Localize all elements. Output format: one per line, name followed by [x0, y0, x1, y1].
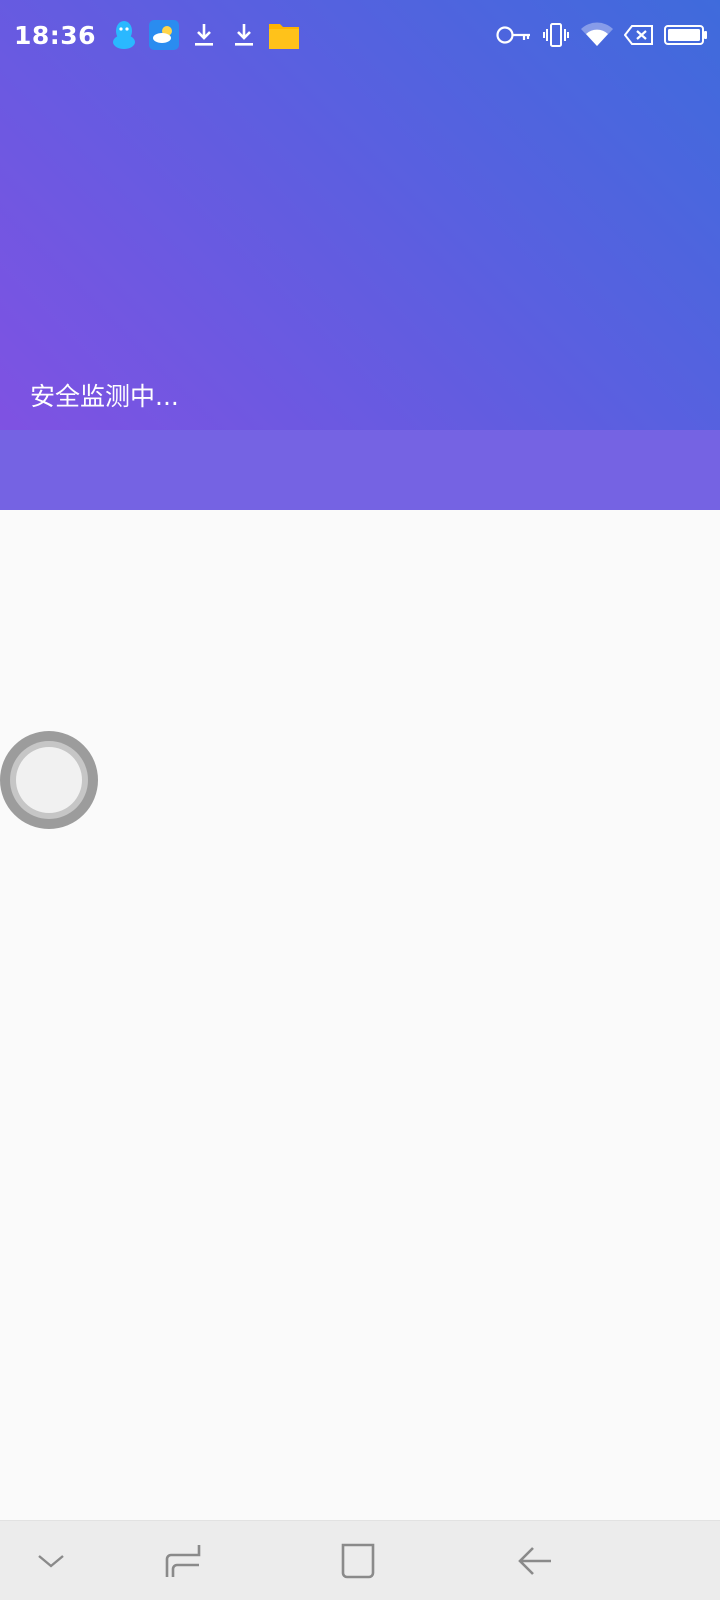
qq-icon — [108, 18, 140, 52]
wifi-icon — [580, 18, 614, 52]
battery-icon — [664, 18, 708, 52]
back-icon[interactable] — [510, 1539, 560, 1583]
header-band — [0, 430, 720, 510]
security-monitoring-status: 安全监测中... — [30, 382, 179, 411]
vibrate-icon — [542, 18, 570, 52]
recents-icon[interactable] — [158, 1539, 208, 1583]
chevron-down-icon[interactable] — [26, 1539, 76, 1583]
battery-saver-icon — [624, 18, 654, 52]
file-manager-icon — [268, 18, 300, 52]
loading-spinner — [0, 731, 98, 829]
download-icon — [188, 18, 220, 52]
status-time: 18:36 — [14, 20, 97, 50]
weather-icon — [148, 18, 180, 52]
home-icon[interactable] — [334, 1539, 384, 1583]
status-bar: 18:36 — [0, 0, 720, 72]
navigation-bar — [0, 1520, 720, 1600]
download-icon — [228, 18, 260, 52]
key-icon — [496, 18, 532, 52]
